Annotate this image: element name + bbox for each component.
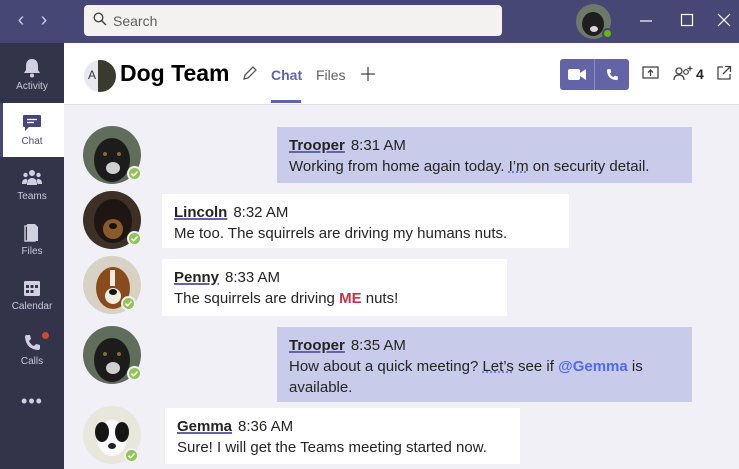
rail-item-label: Activity	[16, 81, 48, 92]
presence-available-icon	[127, 166, 142, 181]
maximize-icon[interactable]	[675, 10, 699, 32]
presence-available-icon	[121, 296, 136, 311]
message-author[interactable]: Penny	[174, 269, 219, 286]
chat-header: A Dog Team Chat Files 4	[64, 43, 739, 105]
rail-item-label: Files	[21, 246, 43, 257]
title-bar: ‹ › Search	[0, 0, 739, 43]
message-timestamp: 8:32 AM	[233, 204, 289, 221]
minimize-icon[interactable]	[634, 10, 658, 32]
group-avatar: A	[84, 60, 116, 92]
rail-item-calendar[interactable]: Calendar	[0, 268, 64, 322]
message-author[interactable]: Gemma	[177, 418, 232, 435]
active-tab-indicator	[271, 100, 301, 103]
audio-call-icon[interactable]	[604, 67, 620, 83]
rail-item-activity[interactable]: Activity	[0, 48, 64, 102]
rail-item-files[interactable]: Files	[0, 213, 64, 267]
message-timestamp: 8:36 AM	[238, 418, 294, 435]
chat-title[interactable]: Dog Team	[120, 60, 229, 87]
rail-item-chat[interactable]: Chat	[0, 103, 64, 157]
add-tab-icon[interactable]	[359, 65, 377, 83]
calendar-icon	[24, 281, 40, 296]
message-text: The squirrels are driving ME nuts!	[174, 290, 399, 307]
group-avatar-letter: A	[88, 68, 97, 82]
message-bubble[interactable]: Lincoln 8:32 AM Me too. The squirrels are…	[162, 194, 569, 248]
close-icon[interactable]	[712, 10, 736, 32]
message-text: Working from home again today. I’m on se…	[289, 158, 650, 175]
message-timestamp: 8:31 AM	[350, 137, 406, 154]
participant-count[interactable]: 4	[696, 66, 704, 82]
message-timestamp: 8:35 AM	[350, 337, 406, 354]
rail-item-label: Chat	[21, 136, 43, 147]
message-bubble[interactable]: Trooper 8:31 AM Working from home again t…	[277, 127, 692, 183]
presence-available-icon	[124, 448, 139, 463]
bell-icon	[24, 59, 40, 78]
add-people-icon[interactable]	[673, 65, 693, 81]
mention-gemma[interactable]: @Gemma	[558, 358, 628, 375]
file-icon	[24, 224, 38, 242]
rail-item-label: Calls	[20, 356, 44, 367]
message-bubble[interactable]: Gemma 8:36 AM Sure! I will get the Teams …	[165, 408, 520, 464]
teams-icon	[22, 170, 42, 185]
message-timestamp: 8:33 AM	[225, 269, 281, 286]
phone-icon	[25, 335, 40, 350]
search-placeholder: Search	[113, 13, 158, 29]
message-text: Me too. The squirrels are driving my hum…	[174, 225, 508, 242]
rail-item-teams[interactable]: Teams	[0, 158, 64, 212]
message-text: How about a quick meeting? Let’s see if …	[289, 358, 643, 396]
edit-pencil-icon[interactable]	[242, 65, 258, 81]
message-author[interactable]: Trooper	[289, 137, 345, 154]
rail-item-label: Teams	[17, 191, 47, 202]
pop-out-icon[interactable]	[716, 65, 732, 81]
rail-item-calls[interactable]: Calls	[0, 323, 64, 377]
rail-item-label: Calendar	[11, 301, 53, 312]
message-bubble[interactable]: Trooper 8:35 AM How about a quick meeting…	[277, 327, 692, 402]
tab-chat[interactable]: Chat	[271, 67, 302, 83]
video-call-icon[interactable]	[568, 68, 586, 81]
search-icon	[93, 12, 107, 26]
chat-icon	[23, 115, 41, 131]
forward-arrow-icon[interactable]: ›	[34, 9, 54, 31]
message-author[interactable]: Trooper	[289, 337, 345, 354]
presence-available-icon	[127, 366, 142, 381]
notification-dot	[42, 332, 49, 339]
search-bar[interactable]: Search	[84, 5, 502, 36]
message-author[interactable]: Lincoln	[174, 204, 227, 221]
message-text: Sure! I will get the Teams meeting start…	[177, 439, 487, 456]
share-screen-icon[interactable]	[642, 65, 659, 81]
call-buttons	[560, 59, 629, 90]
back-arrow-icon[interactable]: ‹	[11, 9, 31, 31]
more-apps-icon[interactable]: •••	[0, 391, 64, 412]
app-bar: Activity Chat Teams Files Calendar Calls…	[0, 43, 64, 469]
tab-files[interactable]: Files	[316, 67, 346, 83]
message-bubble[interactable]: Penny 8:33 AM The squirrels are driving M…	[162, 259, 507, 316]
presence-available-icon	[127, 231, 142, 246]
user-presence-indicator	[602, 28, 613, 39]
